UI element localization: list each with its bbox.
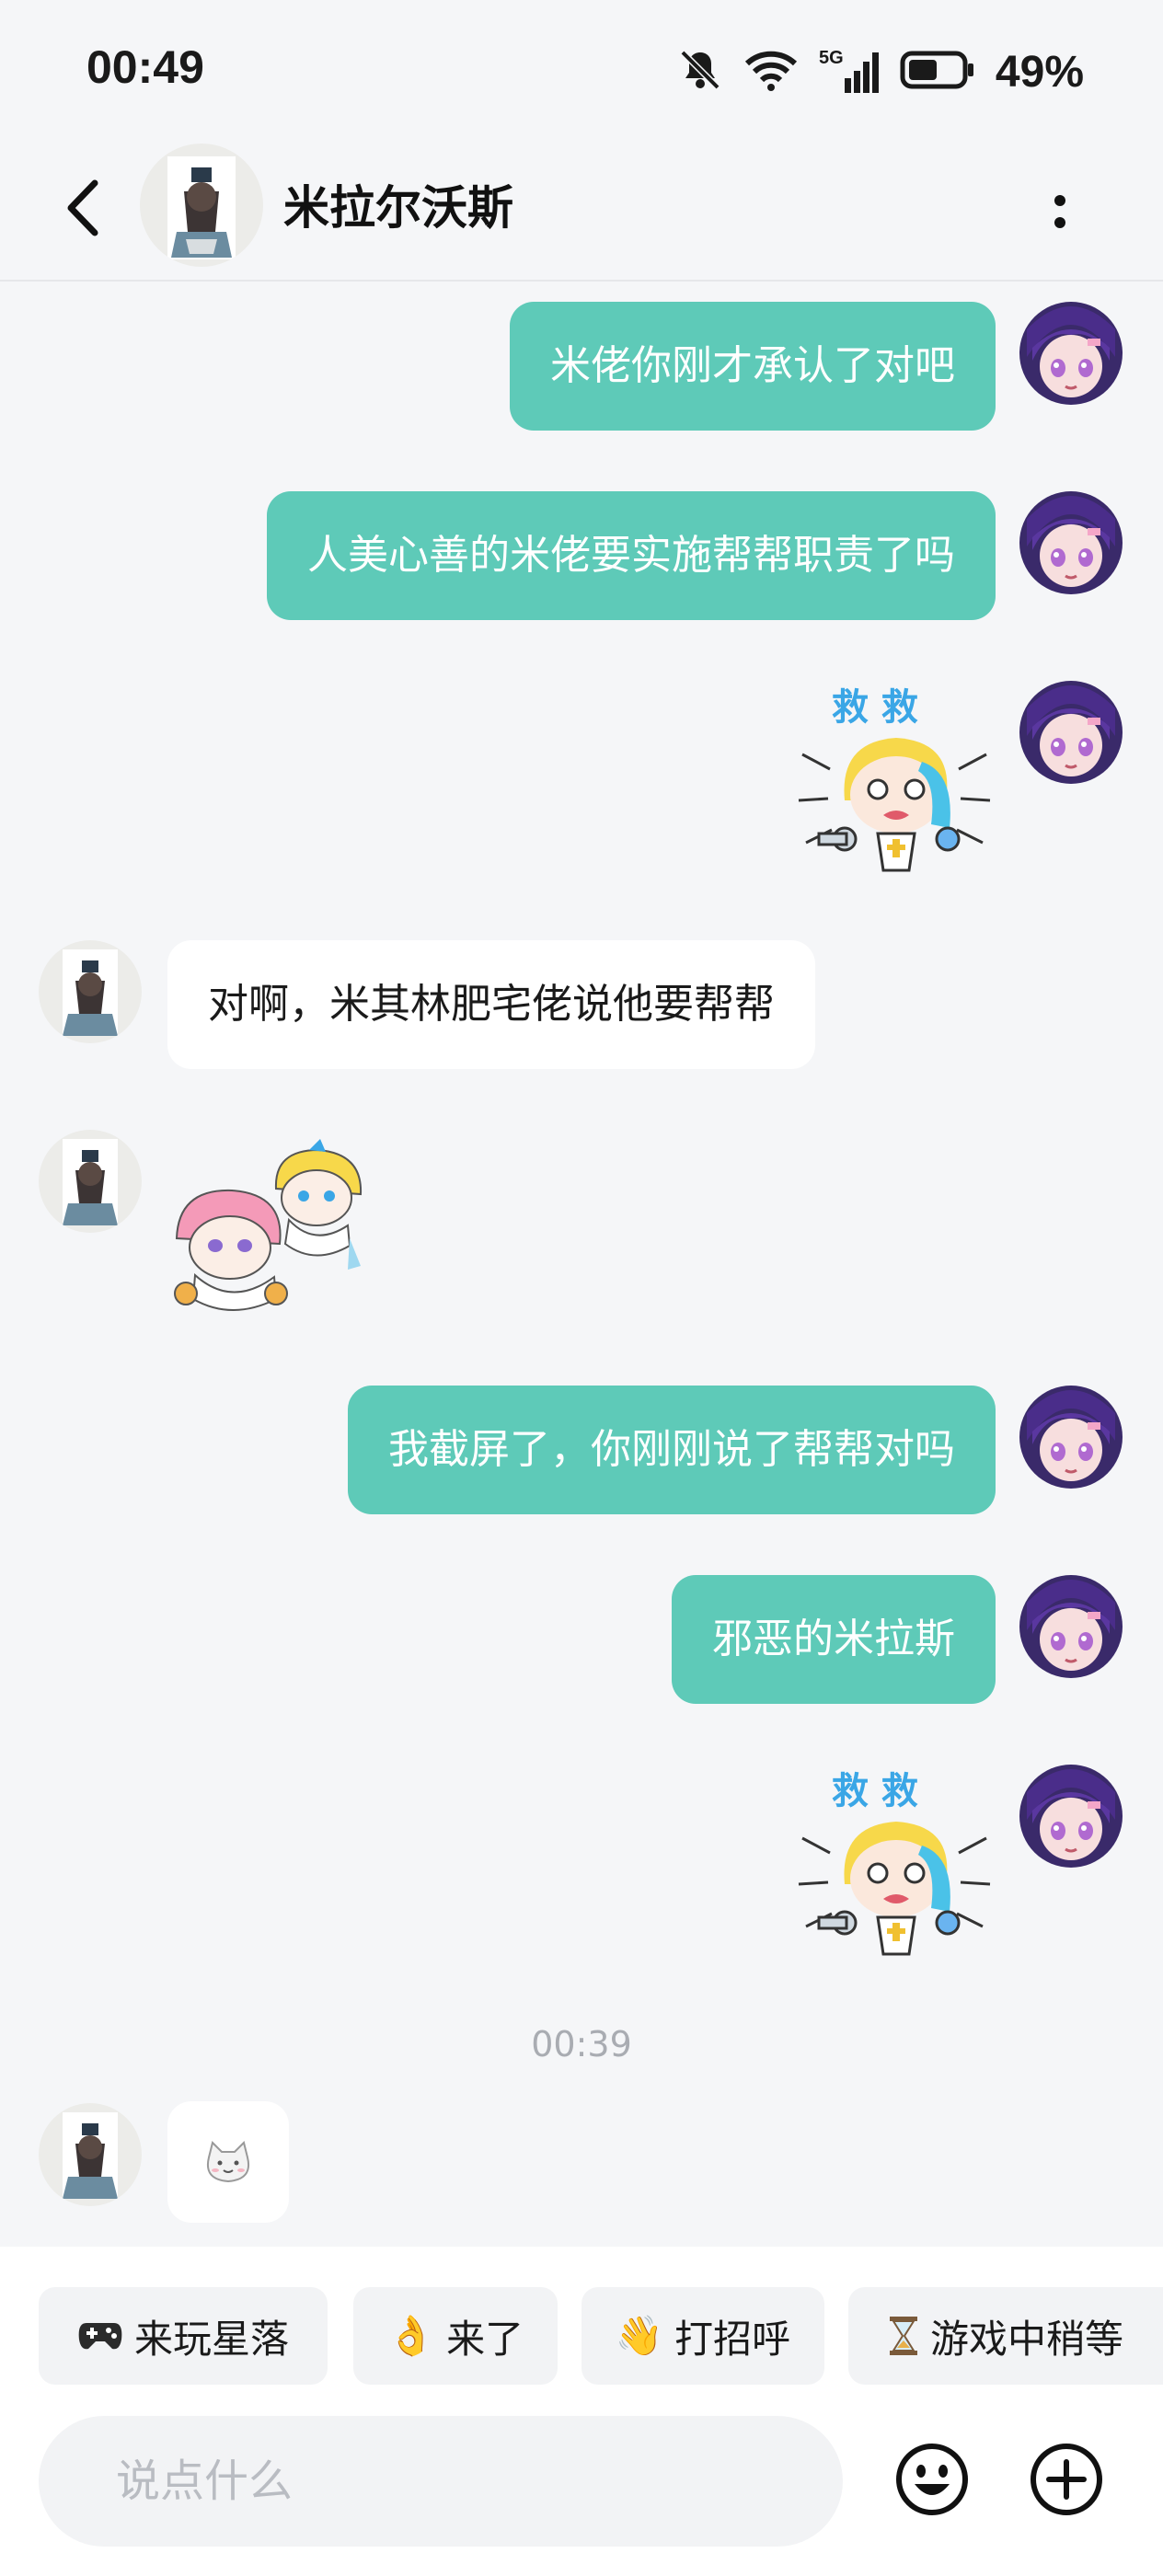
my-avatar[interactable] bbox=[1019, 1765, 1123, 1868]
quick-reply-coming[interactable]: 👌 来了 bbox=[353, 2287, 558, 2385]
quick-reply-greet[interactable]: 👋 打招呼 bbox=[582, 2287, 824, 2385]
battery-icon bbox=[900, 50, 975, 94]
contact-avatar[interactable] bbox=[39, 2103, 142, 2206]
quick-reply-in-game-wait[interactable]: 游戏中稍等 bbox=[848, 2287, 1163, 2385]
cat-face-icon bbox=[207, 2141, 249, 2183]
status-bar: 00:49 5G 49% bbox=[0, 0, 1163, 138]
message-input[interactable] bbox=[39, 2416, 843, 2547]
more-options-button[interactable] bbox=[1032, 175, 1088, 248]
my-avatar[interactable] bbox=[1019, 681, 1123, 784]
my-sticker-help[interactable]: 救 救 bbox=[793, 681, 996, 883]
game-controller-icon bbox=[77, 2319, 123, 2352]
mute-icon bbox=[677, 47, 723, 97]
message-text: 米佬你刚才承认了对吧 bbox=[550, 342, 955, 389]
message-text: 我截屏了，你刚刚说了帮帮对吗 bbox=[388, 1426, 955, 1473]
back-button[interactable] bbox=[46, 171, 120, 245]
my-sticker-help[interactable]: 救 救 bbox=[793, 1765, 996, 1967]
contact-message-bubble[interactable]: 对啊，米其林肥宅佬说他要帮帮 bbox=[167, 940, 815, 1069]
contact-sticker-bubble[interactable] bbox=[167, 2101, 289, 2223]
waving-hand-icon: 👋 bbox=[615, 2313, 664, 2358]
sticker-caption: 救 救 bbox=[832, 1770, 918, 1812]
quick-reply-label: 来了 bbox=[446, 2316, 524, 2362]
my-message-bubble[interactable]: 人美心善的米佬要实施帮帮职责了吗 bbox=[267, 491, 996, 620]
chat-header: 米拉尔沃斯 bbox=[0, 138, 1163, 282]
chevron-left-icon bbox=[67, 179, 98, 236]
message-text: 人美心善的米佬要实施帮帮职责了吗 bbox=[307, 532, 955, 579]
emoji-icon bbox=[896, 2444, 968, 2515]
contact-avatar[interactable] bbox=[39, 940, 142, 1043]
contact-name: 米拉尔沃斯 bbox=[283, 181, 513, 235]
status-time: 00:49 bbox=[86, 41, 204, 93]
plus-circle-icon bbox=[1031, 2444, 1102, 2515]
my-avatar[interactable] bbox=[1019, 1386, 1123, 1489]
contact-avatar[interactable] bbox=[140, 144, 263, 267]
message-timestamp: 00:39 bbox=[531, 2024, 632, 2064]
more-actions-button[interactable] bbox=[1027, 2440, 1106, 2519]
more-vertical-icon bbox=[1054, 195, 1065, 228]
my-avatar[interactable] bbox=[1019, 1575, 1123, 1678]
my-avatar[interactable] bbox=[1019, 491, 1123, 594]
network-label: 5G bbox=[819, 48, 844, 68]
chat-message-list[interactable]: 米佬你刚才承认了对吧 人美心善的米佬要实施帮帮职责了吗 救 救 对啊，米其林肥宅… bbox=[0, 282, 1163, 2247]
my-message-bubble[interactable]: 米佬你刚才承认了对吧 bbox=[510, 302, 996, 431]
my-message-bubble[interactable]: 邪恶的米拉斯 bbox=[672, 1575, 996, 1704]
my-message-bubble[interactable]: 我截屏了，你刚刚说了帮帮对吗 bbox=[348, 1386, 996, 1514]
my-avatar[interactable] bbox=[1019, 302, 1123, 405]
quick-reply-label: 来玩星落 bbox=[133, 2316, 289, 2362]
ok-hand-icon: 👌 bbox=[386, 2313, 436, 2358]
emoji-button[interactable] bbox=[892, 2440, 972, 2519]
quick-reply-label: 游戏中稍等 bbox=[929, 2316, 1123, 2362]
wifi-icon bbox=[743, 47, 799, 97]
contact-sticker-duo[interactable] bbox=[167, 1137, 379, 1321]
quick-reply-label: 打招呼 bbox=[674, 2316, 791, 2362]
cellular-signal-icon: 5G bbox=[819, 45, 880, 98]
sticker-caption: 救 救 bbox=[832, 686, 918, 729]
battery-percent: 49% bbox=[995, 47, 1084, 97]
message-text: 对啊，米其林肥宅佬说他要帮帮 bbox=[208, 981, 775, 1028]
quick-reply-play-xingluo[interactable]: 来玩星落 bbox=[39, 2287, 328, 2385]
message-input-bar bbox=[0, 2403, 1163, 2576]
status-icons: 5G 49% bbox=[677, 42, 1084, 101]
quick-reply-bar: 来玩星落 👌 来了 👋 打招呼 游戏中稍等 bbox=[0, 2247, 1163, 2403]
message-text: 邪恶的米拉斯 bbox=[712, 1616, 955, 1662]
contact-avatar[interactable] bbox=[39, 1130, 142, 1233]
hourglass-icon bbox=[888, 2315, 919, 2357]
